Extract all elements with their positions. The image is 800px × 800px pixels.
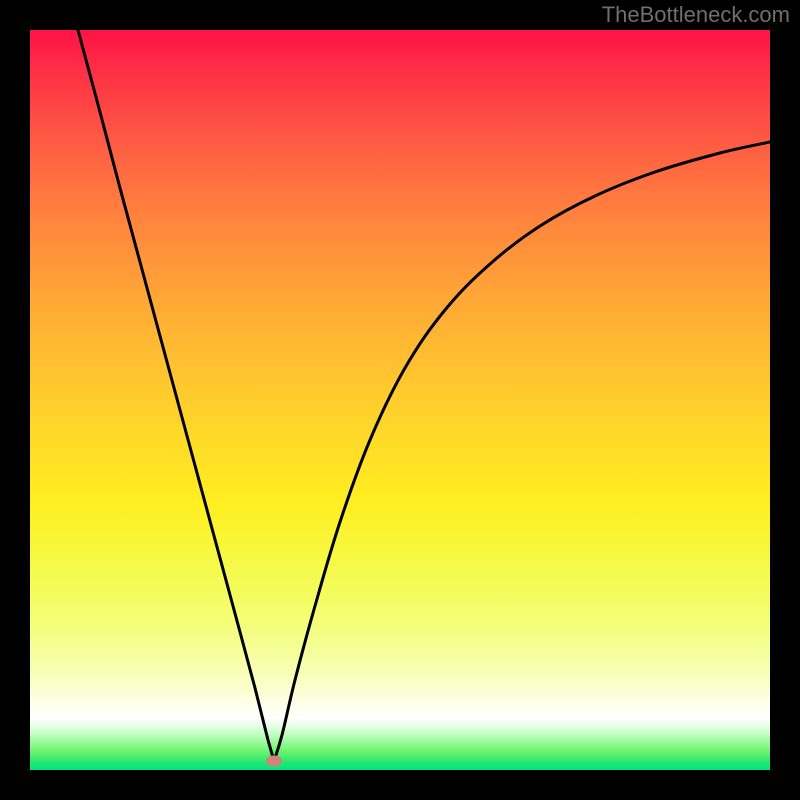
watermark-label: TheBottleneck.com [602,2,790,28]
chart-frame: TheBottleneck.com [0,0,800,800]
plot-area [30,30,770,770]
minimum-marker [266,756,282,767]
bottleneck-curve [30,30,770,770]
